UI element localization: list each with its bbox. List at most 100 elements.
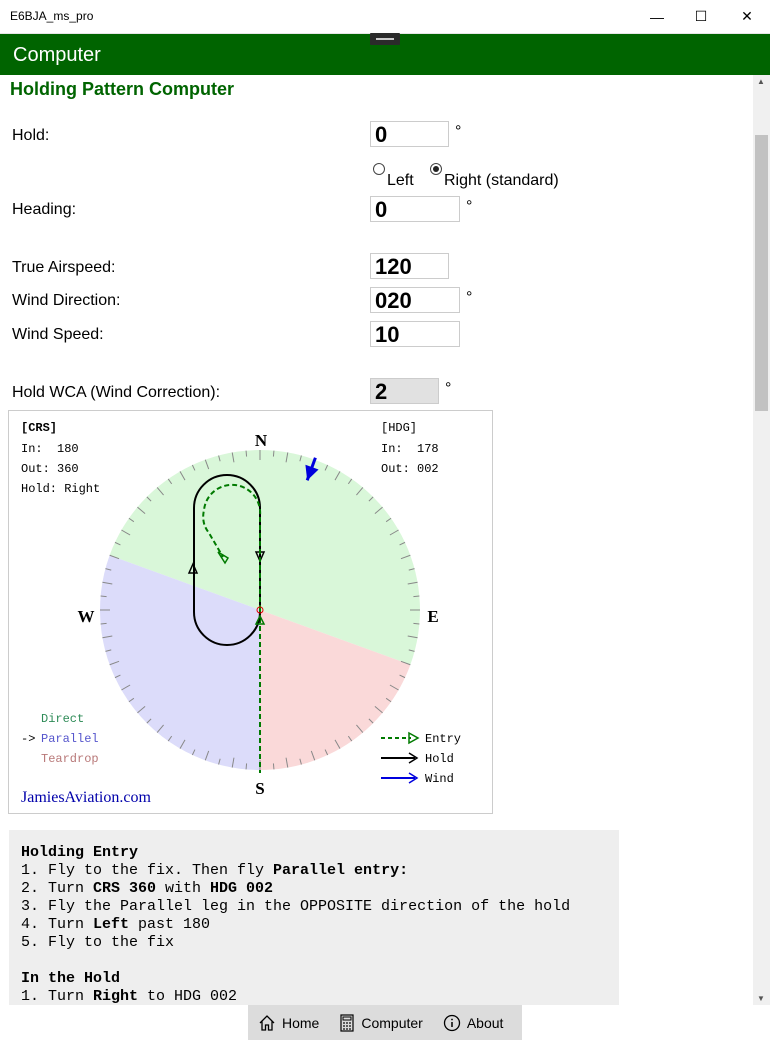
drag-handle[interactable]	[370, 33, 400, 45]
instruction-line: 3. Fly the Parallel leg in the OPPOSITE …	[21, 898, 607, 916]
nav-home-label: Home	[282, 1014, 320, 1031]
info-icon	[443, 1014, 460, 1031]
wca-degree: °	[445, 380, 452, 397]
right-radio-circle[interactable]	[430, 163, 442, 175]
instruction-text: with	[156, 880, 211, 897]
page-title: Holding Pattern Computer	[10, 79, 234, 99]
instruction-line: 4. Turn Left past 180	[21, 916, 607, 934]
instruction-text: Right	[93, 988, 139, 1005]
compass-tick	[100, 595, 107, 598]
heading-input[interactable]: 0	[370, 196, 460, 222]
holding-diagram-svg: N S E W [CRS] In: 180 Out: 360 Hold: Rig…	[21, 421, 461, 806]
compass-west: W	[78, 607, 95, 626]
compass-tick	[100, 622, 107, 625]
hold-degree: °	[455, 123, 462, 140]
left-radio-label: Left	[387, 172, 414, 189]
instruction-text: 1. Turn	[21, 988, 94, 1005]
compass-south: S	[255, 779, 264, 798]
instruction-text: 5. Fly to the fix	[21, 934, 175, 951]
hold-label: Hold:	[12, 127, 50, 144]
compass-tick	[272, 763, 275, 770]
hdg-out: Out: 002	[381, 462, 439, 476]
instructions-panel: Holding Entry 1. Fly to the fix. Then fly…	[9, 830, 619, 1005]
compass-tick	[272, 450, 275, 457]
hdg-in: In: 178	[381, 442, 439, 456]
instruction-text: Parallel entry:	[273, 862, 409, 879]
crs-title: [CRS]	[21, 421, 57, 435]
hdg-title: [HDG]	[381, 421, 417, 435]
compass-tick	[413, 622, 420, 625]
left-radio-circle[interactable]	[373, 163, 385, 175]
vertical-scrollbar[interactable]: ▲ ▼	[753, 75, 770, 1005]
calculator-icon	[340, 1013, 354, 1032]
bottom-nav: Home Computer About	[248, 1005, 522, 1040]
instruction-text: Left	[93, 916, 130, 933]
instruction-text: 3. Fly the Parallel leg in the OPPOSITE …	[21, 898, 571, 915]
nav-computer-label: Computer	[361, 1014, 423, 1031]
tas-input[interactable]: 120	[370, 253, 449, 279]
instruction-text	[21, 952, 30, 969]
nav-about-button[interactable]: About	[433, 1005, 514, 1040]
instruction-line: Holding Entry	[21, 844, 607, 862]
main-content: Holding Pattern Computer Hold: 0 ° Left …	[0, 75, 753, 1005]
wca-output: 2	[370, 378, 439, 404]
nav-computer-button[interactable]: Computer	[329, 1005, 432, 1040]
hold-input[interactable]: 0	[370, 121, 449, 147]
right-radio[interactable]: Right (standard)	[430, 163, 559, 190]
entry-parallel-marker: ->	[21, 732, 35, 746]
instruction-text: past 180	[129, 916, 211, 933]
crs-in: In: 180	[21, 442, 79, 456]
legend-entry-label: Entry	[425, 732, 461, 746]
holding-diagram: N S E W [CRS] In: 180 Out: 360 Hold: Rig…	[8, 410, 493, 814]
wind-speed-label: Wind Speed:	[12, 326, 104, 343]
compass-north: N	[255, 431, 268, 450]
window-title: E6BJA_ms_pro	[10, 9, 94, 23]
instruction-text: CRS 360	[93, 880, 157, 897]
wind-direction-label: Wind Direction:	[12, 292, 121, 309]
entry-teardrop-label: Teardrop	[41, 752, 99, 766]
instruction-text: to HDG 002	[138, 988, 238, 1005]
nav-home-button[interactable]: Home	[248, 1005, 329, 1040]
instruction-text: HDG 002	[210, 880, 274, 897]
instruction-text: In the Hold	[21, 970, 121, 987]
home-icon	[259, 1014, 275, 1031]
instruction-line: 1. Turn Right to HDG 002	[21, 988, 607, 1005]
compass-east: E	[427, 607, 438, 626]
left-radio[interactable]: Left	[373, 163, 414, 190]
heading-degree: °	[466, 198, 473, 215]
wca-label: Hold WCA (Wind Correction):	[12, 384, 221, 401]
right-radio-label: Right (standard)	[444, 172, 559, 189]
maximize-button[interactable]: ☐	[678, 0, 724, 33]
minimize-button[interactable]: —	[634, 0, 680, 33]
compass-tick	[245, 763, 248, 770]
scroll-up-icon[interactable]: ▲	[757, 77, 765, 86]
instruction-text: 4. Turn	[21, 916, 94, 933]
instruction-line	[21, 952, 607, 970]
instruction-line: 5. Fly to the fix	[21, 934, 607, 952]
instruction-text: 2. Turn	[21, 880, 94, 897]
instruction-line: In the Hold	[21, 970, 607, 988]
wind-direction-input[interactable]: 020	[370, 287, 460, 313]
window-titlebar: E6BJA_ms_pro — ☐ ✕	[0, 0, 770, 34]
instruction-text: 1. Fly to the fix. Then fly	[21, 862, 274, 879]
close-button[interactable]: ✕	[724, 0, 770, 33]
brand-label: JamiesAviation.com	[21, 789, 151, 806]
scroll-down-icon[interactable]: ▼	[757, 994, 765, 1003]
instruction-line: 2. Turn CRS 360 with HDG 002	[21, 880, 607, 898]
legend-hold-label: Hold	[425, 752, 454, 766]
crs-out: Out: 360	[21, 462, 79, 476]
nav-about-label: About	[466, 1014, 504, 1031]
wind-direction-degree: °	[466, 289, 473, 306]
entry-direct-label: Direct	[41, 712, 84, 726]
crs-hold: Hold: Right	[21, 482, 100, 496]
legend-wind-label: Wind	[425, 772, 454, 786]
compass-tick	[245, 450, 248, 457]
tas-label: True Airspeed:	[12, 259, 116, 276]
instruction-line: 1. Fly to the fix. Then fly Parallel ent…	[21, 862, 607, 880]
entry-parallel-label: Parallel	[41, 732, 99, 746]
instruction-text: Holding Entry	[21, 844, 139, 861]
wind-speed-input[interactable]: 10	[370, 321, 460, 347]
header-title: Computer	[13, 44, 101, 66]
scrollbar-thumb[interactable]	[755, 135, 768, 411]
compass-tick	[413, 595, 420, 598]
